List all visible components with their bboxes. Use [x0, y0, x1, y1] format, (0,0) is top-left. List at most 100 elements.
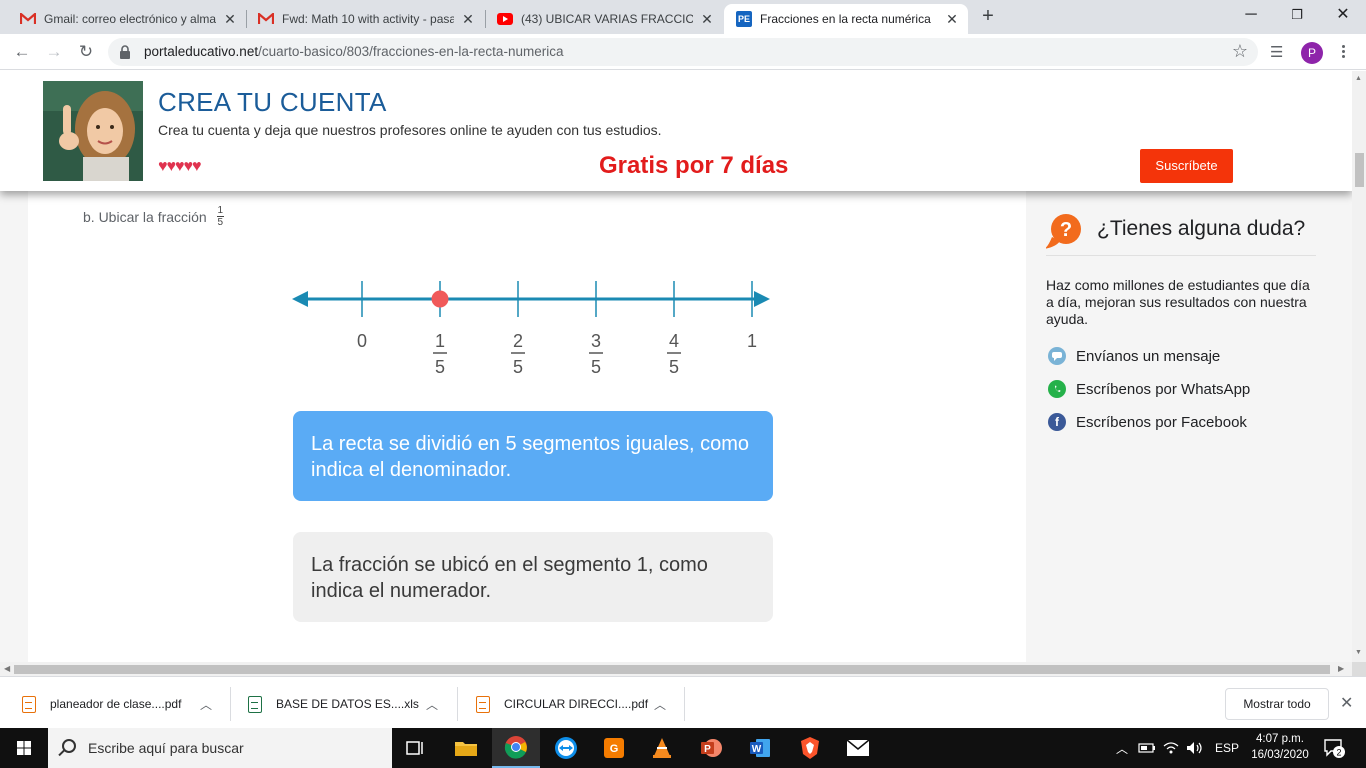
download-item[interactable]: BASE DE DATOS ES....xls ︿	[248, 687, 448, 721]
vertical-scroll-thumb[interactable]	[1355, 153, 1364, 187]
tab-title: Gmail: correo electrónico y almac	[44, 12, 216, 26]
url-domain: portaleducativo.net	[144, 44, 259, 59]
download-filename: BASE DE DATOS ES....xls	[276, 697, 419, 711]
svg-text:?: ?	[1060, 219, 1072, 241]
reload-button[interactable]: ↻	[74, 40, 98, 64]
exercise-label: b. Ubicar la fracción 1 5	[83, 205, 224, 228]
vlc-icon[interactable]	[638, 728, 686, 768]
help-divider	[1046, 255, 1316, 256]
volume-icon[interactable]	[1186, 728, 1204, 768]
wifi-icon[interactable]	[1163, 728, 1179, 768]
subscribe-button[interactable]: Suscríbete	[1140, 149, 1233, 183]
notification-count: 2	[1336, 748, 1341, 758]
rating-hearts: ♥♥♥♥♥	[158, 158, 201, 175]
word-icon[interactable]: W	[736, 728, 784, 768]
minimize-button[interactable]: ─	[1228, 0, 1274, 30]
banner-subtitle: Crea tu cuenta y deja que nuestros profe…	[158, 122, 662, 138]
close-window-button[interactable]: ✕	[1320, 0, 1366, 30]
denominator-explanation-box: La recta se dividió en 5 segmentos igual…	[293, 411, 773, 501]
download-item[interactable]: planeador de clase....pdf ︿	[22, 687, 222, 721]
tab-title: Fwd: Math 10 with activity - pasa	[282, 12, 454, 26]
new-tab-button[interactable]: +	[978, 6, 998, 26]
url-path: /cuarto-basico/803/fracciones-en-la-rect…	[258, 44, 564, 59]
close-tab-icon[interactable]: ✕	[460, 11, 476, 27]
chat-icon	[1048, 347, 1066, 365]
number-line-left-arrow	[292, 291, 308, 307]
reading-list-icon[interactable]: ☰	[1270, 43, 1283, 61]
download-separator	[684, 687, 685, 721]
scroll-right-icon[interactable]: ▶	[1338, 664, 1344, 673]
show-all-downloads-button[interactable]: Mostrar todo	[1225, 688, 1329, 720]
windows-start-icon[interactable]	[0, 728, 48, 768]
excel-file-icon	[248, 695, 262, 713]
windows-taskbar: Escribe aquí para buscar G P W ︿ ESP 4:0…	[0, 728, 1366, 768]
powerpoint-icon[interactable]: P	[687, 728, 735, 768]
browser-menu-icon[interactable]	[1335, 43, 1351, 63]
brave-icon[interactable]	[786, 728, 834, 768]
forward-button[interactable]: →	[42, 40, 66, 64]
back-button[interactable]: ←	[10, 40, 34, 64]
chevron-up-icon[interactable]: ︿	[426, 696, 438, 713]
pdf-file-icon	[476, 695, 490, 713]
pdf-app-icon[interactable]: G	[590, 728, 638, 768]
url-text: portaleducativo.net/cuarto-basico/803/fr…	[144, 44, 563, 59]
close-shelf-icon[interactable]: ✕	[1340, 693, 1353, 713]
tab-strip: Gmail: correo electrónico y almac ✕ Fwd:…	[0, 0, 1366, 34]
scrollbar-corner	[1352, 662, 1366, 676]
file-explorer-icon[interactable]	[442, 728, 490, 768]
tick-label-numerator: 2	[513, 331, 523, 351]
tab-gmail[interactable]: Gmail: correo electrónico y almac ✕	[8, 4, 246, 34]
clock-date: 16/03/2020	[1251, 749, 1309, 761]
maximize-button[interactable]: ❐	[1274, 0, 1320, 30]
tick-label-denominator: 5	[513, 357, 523, 377]
scroll-down-icon[interactable]: ▼	[1355, 649, 1362, 656]
teamviewer-icon[interactable]	[542, 728, 590, 768]
browser-toolbar: ← → ↻ portaleducativo.net/cuarto-basico/…	[0, 34, 1366, 70]
horizontal-scroll-thumb[interactable]	[14, 665, 1330, 674]
address-bar[interactable]: portaleducativo.net/cuarto-basico/803/fr…	[108, 38, 1258, 66]
svg-text:W: W	[752, 744, 762, 755]
contact-label: Escríbenos por Facebook	[1076, 413, 1247, 431]
contact-message-link[interactable]: Envíanos un mensaje	[1048, 347, 1220, 365]
mail-icon[interactable]	[834, 728, 882, 768]
contact-label: Escríbenos por WhatsApp	[1076, 380, 1251, 398]
exercise-label-text: b. Ubicar la fracción	[83, 208, 207, 225]
scroll-up-icon[interactable]: ▲	[1355, 75, 1362, 82]
download-item[interactable]: CIRCULAR DIRECCI....pdf ︿	[476, 687, 676, 721]
tick-label-numerator: 0	[357, 331, 367, 351]
exercise-fraction: 1 5	[216, 205, 224, 228]
task-view-icon[interactable]	[392, 728, 440, 768]
help-description: Haz como millones de estudiantes que día…	[1046, 277, 1310, 327]
portaleducativo-icon: PE	[736, 11, 752, 27]
whatsapp-icon	[1048, 380, 1066, 398]
contact-whatsapp-link[interactable]: Escríbenos por WhatsApp	[1048, 380, 1250, 398]
scroll-left-icon[interactable]: ◀	[4, 664, 10, 673]
profile-avatar[interactable]: P	[1301, 42, 1323, 64]
taskbar-search[interactable]: Escribe aquí para buscar	[48, 728, 392, 768]
tab-title: Fracciones en la recta numérica	[760, 12, 931, 26]
battery-icon[interactable]	[1138, 728, 1156, 768]
vertical-scrollbar[interactable]: ▲ ▼	[1352, 71, 1366, 662]
language-indicator[interactable]: ESP	[1215, 728, 1239, 768]
help-title: ¿Tienes alguna duda?	[1097, 217, 1306, 240]
tick-label-numerator: 3	[591, 331, 601, 351]
close-tab-icon[interactable]: ✕	[944, 11, 960, 27]
tab-fracciones[interactable]: PE Fracciones en la recta numérica ✕	[724, 4, 968, 34]
notification-center-icon[interactable]: 2	[1323, 738, 1345, 758]
chevron-up-icon[interactable]: ︿	[654, 696, 666, 713]
chevron-up-icon[interactable]: ︿	[200, 696, 212, 713]
chrome-icon[interactable]	[492, 728, 540, 768]
bookmark-star-icon[interactable]: ☆	[1232, 41, 1248, 62]
question-bubble-icon: ?	[1046, 214, 1081, 249]
tab-youtube[interactable]: (43) UBICAR VARIAS FRACCIONES ✕	[485, 4, 723, 34]
contact-facebook-link[interactable]: f Escríbenos por Facebook	[1048, 413, 1247, 431]
close-tab-icon[interactable]: ✕	[222, 11, 238, 27]
show-hidden-icons[interactable]: ︿	[1116, 728, 1128, 768]
system-clock[interactable]: 4:07 p.m. 16/03/2020	[1249, 731, 1311, 763]
pdf-file-icon	[22, 695, 36, 713]
close-tab-icon[interactable]: ✕	[699, 11, 715, 27]
tab-fwd-math[interactable]: Fwd: Math 10 with activity - pasa ✕	[246, 4, 484, 34]
tick-label-denominator: 5	[591, 357, 601, 377]
number-line: 0 1 5 2 5 3 5 4 5 1	[292, 281, 770, 377]
horizontal-scrollbar[interactable]: ◀ ▶	[0, 662, 1352, 676]
